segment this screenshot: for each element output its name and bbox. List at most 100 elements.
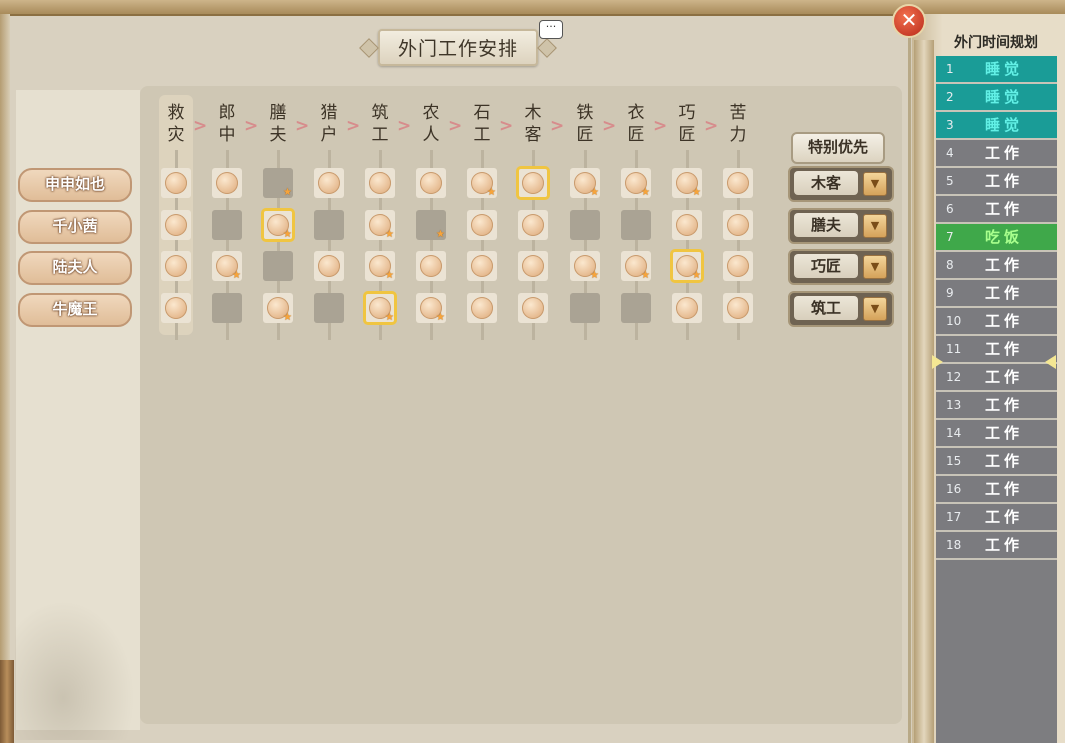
job-slot[interactable]	[161, 293, 191, 323]
hour-activity: 工作	[984, 144, 1023, 162]
schedule-row[interactable]: 17 工作	[936, 504, 1057, 532]
priority-dropdown[interactable]: 木客 ▼	[788, 166, 894, 202]
dropdown-arrow-icon[interactable]: ▼	[863, 172, 887, 196]
job-slot[interactable]	[723, 168, 753, 198]
job-slot[interactable]	[314, 210, 344, 240]
job-slot[interactable]	[723, 293, 753, 323]
mountain-decoration	[15, 600, 135, 740]
job-slot[interactable]	[161, 168, 191, 198]
job-slot[interactable]: ★	[363, 291, 397, 325]
worker-name[interactable]: 牛魔王	[18, 293, 132, 327]
job-coin-icon	[522, 255, 544, 277]
job-coin-icon	[522, 172, 544, 194]
job-slot[interactable]	[672, 210, 702, 240]
job-coin-icon	[216, 172, 238, 194]
job-slot[interactable]	[314, 293, 344, 323]
hour-number: 6	[946, 202, 954, 216]
schedule-row[interactable]: 18 工作	[936, 532, 1057, 560]
job-slot[interactable]	[314, 251, 344, 281]
schedule-row[interactable]: 7 吃饭	[936, 224, 1057, 252]
job-slot[interactable]	[516, 166, 550, 200]
priority-dropdown[interactable]: 筑工 ▼	[788, 291, 894, 327]
job-slot[interactable]	[416, 251, 446, 281]
schedule-row[interactable]: 12 工作	[936, 364, 1057, 392]
job-slot[interactable]: ★	[261, 208, 295, 242]
scroll-rod	[914, 40, 934, 743]
job-slot[interactable]	[467, 293, 497, 323]
job-header: 苦力	[729, 103, 747, 145]
job-slot[interactable]	[365, 168, 395, 198]
job-slot[interactable]	[518, 293, 548, 323]
job-slot[interactable]: ★	[365, 210, 395, 240]
schedule-row[interactable]: 2 睡觉	[936, 84, 1057, 112]
dropdown-arrow-icon[interactable]: ▼	[863, 255, 887, 279]
worker-name[interactable]: 陆夫人	[18, 251, 132, 285]
schedule-row[interactable]: 1 睡觉	[936, 56, 1057, 84]
job-slot[interactable]: ★	[670, 249, 704, 283]
job-slot[interactable]	[161, 251, 191, 281]
hour-number: 18	[946, 538, 962, 552]
schedule-row[interactable]: 16 工作	[936, 476, 1057, 504]
job-slot[interactable]	[570, 210, 600, 240]
job-slot[interactable]	[518, 210, 548, 240]
job-slot[interactable]	[263, 251, 293, 281]
window-title: 外门工作安排	[377, 28, 538, 66]
schedule-row[interactable]: 11 工作	[936, 336, 1057, 364]
priority-dropdown[interactable]: 巧匠 ▼	[788, 249, 894, 285]
hour-number: 7	[946, 230, 954, 244]
hour-activity: 工作	[984, 508, 1023, 526]
window-title-wrap: 外门工作安排	[358, 28, 558, 66]
chat-bubble-icon[interactable]: ···	[539, 20, 563, 39]
job-slot[interactable]: ★	[570, 168, 600, 198]
worker-name[interactable]: 千小茜	[18, 210, 132, 244]
job-slot[interactable]	[723, 210, 753, 240]
job-slot[interactable]	[161, 210, 191, 240]
schedule-row[interactable]: 8 工作	[936, 252, 1057, 280]
schedule-row[interactable]: 10 工作	[936, 308, 1057, 336]
schedule-row[interactable]: 5 工作	[936, 168, 1057, 196]
worker-name[interactable]: 申申如也	[18, 168, 132, 202]
dropdown-arrow-icon[interactable]: ▼	[863, 297, 887, 321]
job-slot[interactable]	[212, 293, 242, 323]
job-slot[interactable]: ★	[212, 251, 242, 281]
job-slot[interactable]	[621, 210, 651, 240]
job-slot[interactable]	[570, 293, 600, 323]
job-coin-icon	[369, 172, 391, 194]
job-slot[interactable]: ★	[365, 251, 395, 281]
job-slot[interactable]: ★	[621, 168, 651, 198]
schedule-row[interactable]: 14 工作	[936, 420, 1057, 448]
close-icon[interactable]: ✕	[892, 4, 926, 38]
schedule-row[interactable]: 3 睡觉	[936, 112, 1057, 140]
job-slot[interactable]: ★	[672, 168, 702, 198]
star-icon: ★	[590, 187, 599, 198]
job-slot[interactable]	[518, 251, 548, 281]
schedule-row[interactable]: 6 工作	[936, 196, 1057, 224]
job-slot[interactable]: ★	[263, 293, 293, 323]
job-slot[interactable]	[723, 251, 753, 281]
job-slot[interactable]: ★	[621, 251, 651, 281]
job-slot[interactable]: ★	[570, 251, 600, 281]
job-slot[interactable]	[212, 168, 242, 198]
dropdown-arrow-icon[interactable]: ▼	[863, 214, 887, 238]
job-slot[interactable]: ★	[416, 293, 446, 323]
job-slot[interactable]	[212, 210, 242, 240]
priority-dropdown[interactable]: 膳夫 ▼	[788, 208, 894, 244]
job-slot[interactable]	[467, 251, 497, 281]
schedule-row[interactable]: 13 工作	[936, 392, 1057, 420]
job-slot[interactable]: ★	[467, 168, 497, 198]
hour-activity: 工作	[984, 312, 1023, 330]
job-slot[interactable]: ★	[263, 168, 293, 198]
priority-value: 膳夫	[794, 213, 858, 237]
job-slot[interactable]	[672, 293, 702, 323]
schedule-row[interactable]: 9 工作	[936, 280, 1057, 308]
schedule-row[interactable]: 4 工作	[936, 140, 1057, 168]
job-slot[interactable]	[467, 210, 497, 240]
job-slot[interactable]	[314, 168, 344, 198]
job-slot[interactable]	[621, 293, 651, 323]
star-icon: ★	[692, 187, 701, 198]
star-icon: ★	[692, 270, 701, 281]
hour-number: 2	[946, 90, 954, 104]
job-slot[interactable]: ★	[416, 210, 446, 240]
job-slot[interactable]	[416, 168, 446, 198]
schedule-row[interactable]: 15 工作	[936, 448, 1057, 476]
